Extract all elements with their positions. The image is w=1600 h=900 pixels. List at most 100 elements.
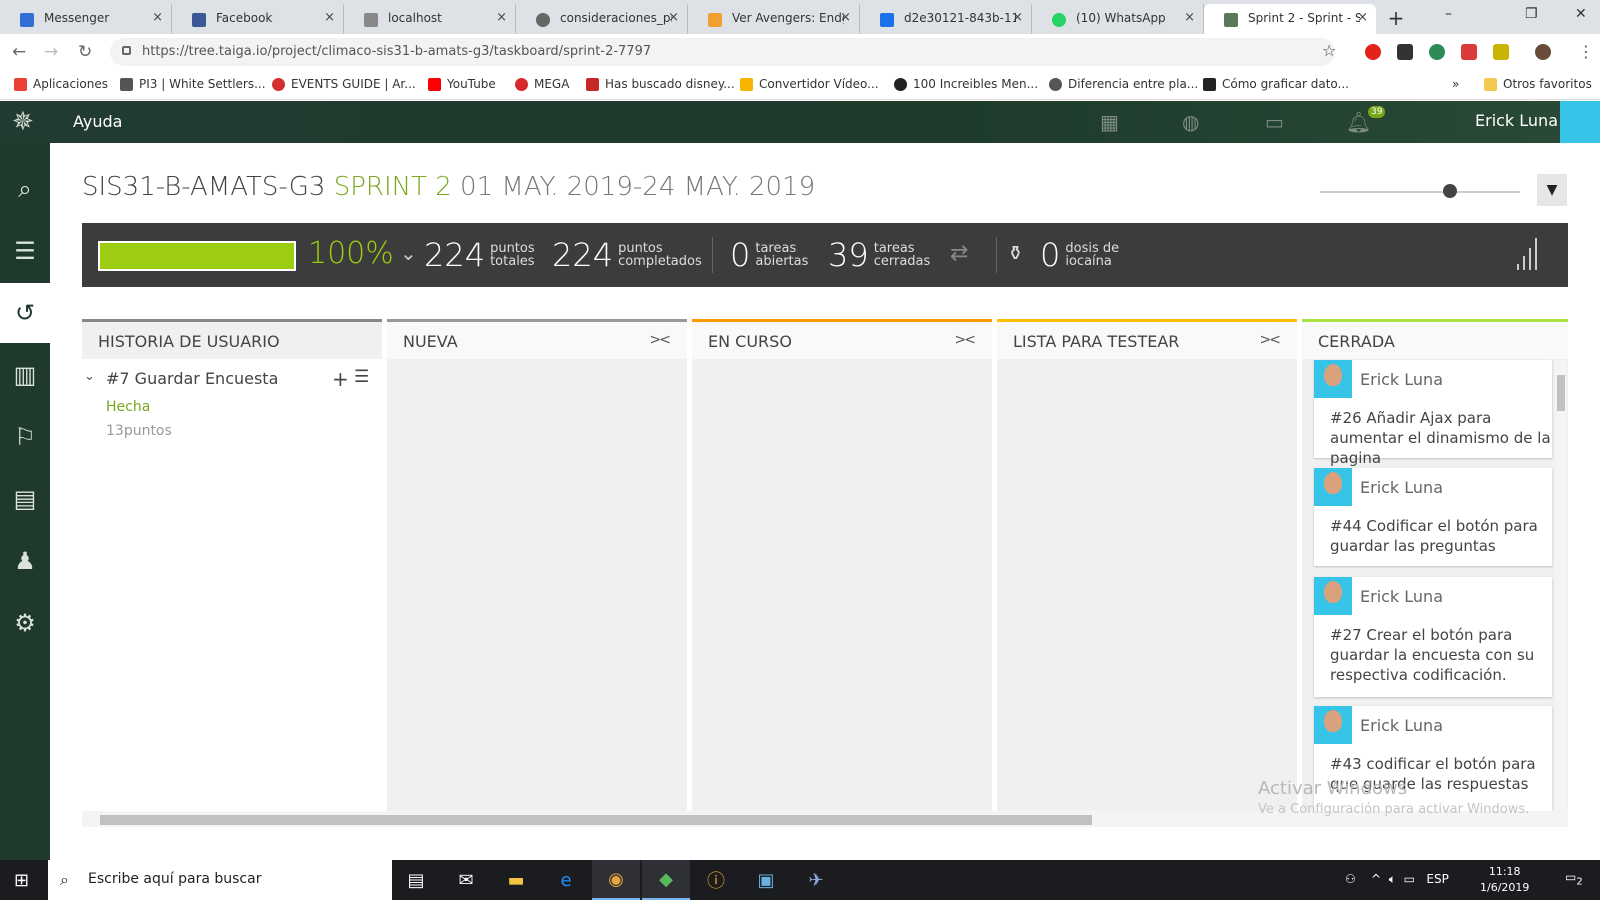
close-icon[interactable]: × [1184,10,1195,25]
fold-column-icon[interactable]: >< [955,332,977,348]
browser-tab[interactable]: (10) WhatsApp × [1032,4,1204,34]
bookmark-item[interactable]: Aplicaciones [14,77,108,91]
mail-icon[interactable]: ✉ [442,860,490,900]
volume-icon[interactable]: 🔈︎ [1389,872,1396,886]
language-indicator[interactable]: ESP [1426,872,1448,886]
project-name[interactable]: SIS31-B-AMATS-G3 [82,172,325,202]
browser-tab[interactable]: d2e30121-843b-11e × [860,4,1032,34]
issues-icon[interactable]: ⚐ [0,407,50,467]
team-icon[interactable]: ♟ [0,531,50,591]
projects-grid-icon[interactable]: ▦ [1100,110,1119,134]
bookmark-item[interactable]: EVENTS GUIDE | Ar... [272,77,416,91]
mute-icon[interactable] [1493,44,1509,60]
bookmark-item[interactable]: Has buscado disney... [586,77,735,91]
network-icon[interactable]: ▭ [1404,872,1415,886]
card-title[interactable]: #27 Crear el botón para guardar la encue… [1330,625,1552,685]
user-name[interactable]: Erick Luna [1475,111,1558,130]
browser-tab[interactable]: Ver Avengers: Endga× [688,4,860,34]
scrollbar-thumb[interactable] [1557,375,1565,411]
discover-globe-icon[interactable]: ◍ [1182,110,1199,134]
chevron-down-icon[interactable]: ⌄ [400,241,417,265]
forward-icon[interactable]: → [44,42,58,62]
bookmark-item[interactable]: PI3 | White Settlers... [120,77,266,91]
chevron-up-icon[interactable]: ^ [1371,872,1381,886]
browser-tab[interactable]: consideraciones_pro × [516,4,688,34]
zoom-slider-track[interactable] [1320,191,1520,193]
story-title[interactable]: #7 Guardar Encuesta [106,369,278,388]
folder-icon[interactable]: ▭ [1265,110,1284,134]
opera-icon[interactable] [1365,44,1381,60]
extension-icon[interactable] [1397,44,1413,60]
bookmark-item[interactable]: YouTube [428,77,496,91]
file-explorer-icon[interactable]: ▬ [492,860,540,900]
browser-tab[interactable]: localhost × [344,4,516,34]
scrollbar-thumb[interactable] [100,815,1092,825]
add-task-icon[interactable]: + [332,367,349,391]
close-window-button[interactable]: ✕ [1575,6,1587,22]
fold-column-icon[interactable]: >< [1260,332,1282,348]
clock[interactable]: 11:18 1/6/2019 [1480,864,1529,896]
back-icon[interactable]: ← [12,42,26,62]
windows-start-icon[interactable]: ⊞ [14,870,29,891]
close-icon[interactable]: × [152,10,163,25]
bookmark-item[interactable]: Cómo graficar dato... [1203,77,1349,91]
user-story[interactable]: ⌄ #7 Guardar Encuesta + ☰ Hecha 13puntos [82,361,382,461]
bookmark-item[interactable]: Convertidor Vídeo... [740,77,879,91]
close-icon[interactable]: × [496,10,507,25]
filter-button[interactable]: ▼ [1537,174,1567,206]
browser-tab[interactable]: Facebook × [172,4,344,34]
close-icon[interactable]: × [840,10,851,25]
taskbar-search[interactable]: ⌕ Escribe aquí para buscar [48,860,392,900]
bookmark-star-icon[interactable]: ☆ [1322,41,1336,60]
task-card[interactable]: Erick Luna #44 Codificar el botón para gu… [1314,468,1552,566]
burndown-graph-icon[interactable] [1517,236,1537,270]
edge-icon[interactable]: e [542,860,590,900]
app-icon[interactable]: ▣ [742,860,790,900]
minimize-button[interactable]: – [1445,6,1452,22]
wiki-icon[interactable]: ▤ [0,469,50,529]
people-icon[interactable]: ⚇ [1345,872,1356,886]
avatar[interactable] [1560,101,1600,143]
close-icon[interactable]: × [324,10,335,25]
close-icon[interactable]: × [1357,10,1368,25]
kanban-icon[interactable]: ▥ [0,345,50,405]
browser-tab[interactable]: Messenger × [0,4,172,34]
help-link[interactable]: Ayuda [73,112,122,131]
maximize-button[interactable]: ❐ [1525,6,1538,22]
taiga-logo-icon[interactable]: ✵ [12,107,34,137]
task-card[interactable]: Erick Luna #26 Añadir Ajax para aumentar … [1314,360,1552,467]
browser-tab-active[interactable]: Sprint 2 - Sprint - SI × [1204,4,1376,34]
card-title[interactable]: #44 Codificar el botón para guardar las … [1330,516,1552,556]
app-icon[interactable]: ◆ [642,860,690,900]
bookmark-item[interactable]: Diferencia entre pla... [1049,77,1198,91]
bookmarks-more[interactable]: » [1452,77,1459,91]
action-center-icon[interactable]: ▭2 [1565,870,1583,887]
system-tray[interactable]: ⚇ ^ 🔈︎ ▭ ESP [1345,872,1449,887]
settings-gear-icon[interactable]: ⚙ [0,593,50,653]
app-icon[interactable]: ✈ [792,860,840,900]
task-view-icon[interactable]: ▤ [392,860,440,900]
collapse-icon[interactable]: ⌄ [84,369,95,384]
zoom-slider-handle[interactable] [1443,184,1457,198]
new-tab-button[interactable]: + [1385,8,1407,30]
extension-icon[interactable] [1461,44,1477,60]
app-icon[interactable]: ⓘ [692,860,740,900]
bulk-add-icon[interactable]: ☰ [354,367,369,387]
card-title[interactable]: #26 Añadir Ajax para aumentar el dinamis… [1330,408,1552,468]
bookmark-folder[interactable]: Otros favoritos [1484,77,1592,91]
bookmark-item[interactable]: MEGA [515,77,569,91]
backlog-icon[interactable]: ☰ [0,221,50,281]
chrome-icon[interactable]: ◉ [592,860,640,900]
close-icon[interactable]: × [1012,10,1023,25]
menu-icon[interactable]: ⋮ [1578,42,1594,61]
reload-icon[interactable]: ↻ [78,42,92,62]
fold-column-icon[interactable]: >< [650,332,672,348]
timeline-icon[interactable]: ↺ [0,283,50,343]
bookmark-item[interactable]: 100 Increibles Men... [894,77,1038,91]
vertical-scrollbar[interactable] [1555,360,1567,812]
search-icon[interactable]: ⌕ [0,159,50,219]
profile-icon[interactable] [1535,44,1551,60]
url-field[interactable]: https://tree.taiga.io/project/climaco-si… [110,38,1335,66]
task-card[interactable]: Erick Luna #27 Crear el botón para guarda… [1314,577,1552,697]
close-icon[interactable]: × [668,10,679,25]
